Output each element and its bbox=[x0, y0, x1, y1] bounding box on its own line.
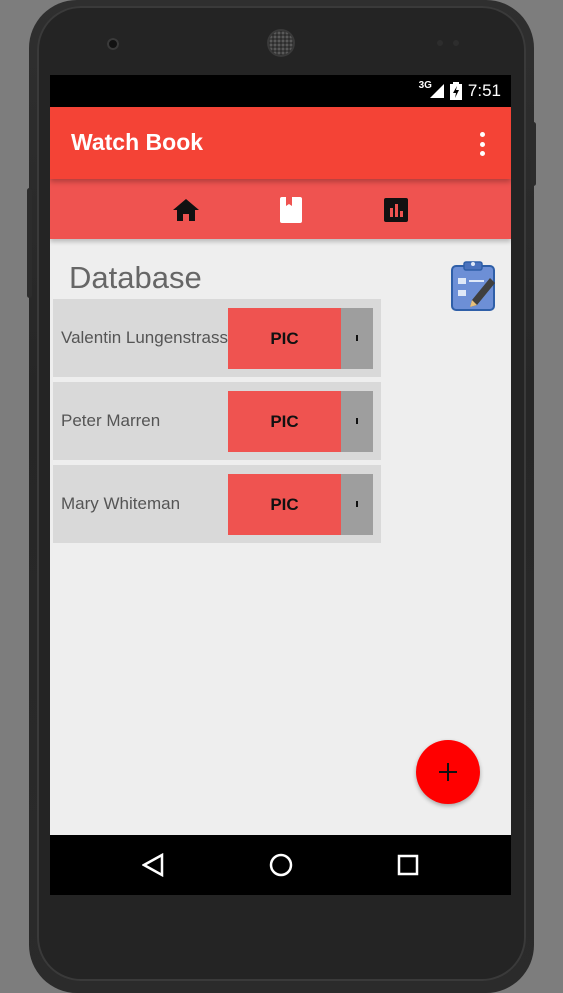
network-type: 3G bbox=[418, 79, 432, 91]
app-title: Watch Book bbox=[71, 129, 204, 155]
section-title: Database bbox=[69, 260, 202, 295]
plus-icon bbox=[439, 763, 457, 781]
front-camera bbox=[107, 38, 119, 50]
person-name: Mary Whiteman bbox=[61, 494, 181, 513]
earpiece-speaker bbox=[269, 31, 293, 55]
battery-icon bbox=[449, 82, 462, 100]
person-name: Valentin Lungenstrass bbox=[61, 328, 228, 347]
home-icon bbox=[173, 199, 199, 221]
book-icon bbox=[280, 197, 302, 223]
app-screen: 3G 7:51 Watch Book Database Valentin Lun… bbox=[50, 75, 511, 895]
app-bar: Watch Book bbox=[50, 107, 511, 179]
pic-button[interactable]: PIC bbox=[228, 308, 341, 369]
tab-stats[interactable] bbox=[382, 196, 410, 224]
tab-bar bbox=[50, 179, 511, 239]
power-button bbox=[531, 122, 536, 186]
drag-handle[interactable] bbox=[341, 391, 373, 452]
signal-icon bbox=[429, 84, 444, 98]
back-icon bbox=[142, 853, 164, 877]
clock: 7:51 bbox=[467, 81, 501, 100]
clipboard-edit-icon[interactable] bbox=[450, 260, 496, 317]
recents-button[interactable] bbox=[393, 850, 423, 880]
back-button[interactable] bbox=[138, 850, 168, 880]
list-item: Mary Whiteman PIC bbox=[53, 465, 381, 543]
navigation-bar bbox=[50, 835, 511, 895]
add-button[interactable] bbox=[416, 740, 480, 804]
home-circle-icon bbox=[269, 853, 293, 877]
tab-book[interactable] bbox=[277, 196, 305, 224]
person-name: Peter Marren bbox=[61, 411, 161, 430]
list-item: Valentin Lungenstrass PIC bbox=[53, 299, 381, 377]
drag-handle[interactable] bbox=[341, 474, 373, 535]
list-item: Peter Marren PIC bbox=[53, 382, 381, 460]
light-sensor bbox=[453, 40, 459, 46]
tab-home[interactable] bbox=[172, 196, 200, 224]
home-nav-button[interactable] bbox=[266, 850, 296, 880]
recents-icon bbox=[397, 854, 419, 876]
chart-icon bbox=[384, 198, 408, 222]
pic-button[interactable]: PIC bbox=[228, 474, 341, 535]
overflow-menu-icon[interactable] bbox=[479, 132, 485, 156]
volume-button bbox=[27, 188, 32, 298]
status-bar: 3G 7:51 bbox=[50, 75, 511, 107]
proximity-sensor bbox=[437, 40, 443, 46]
drag-handle[interactable] bbox=[341, 308, 373, 369]
pic-button[interactable]: PIC bbox=[228, 391, 341, 452]
